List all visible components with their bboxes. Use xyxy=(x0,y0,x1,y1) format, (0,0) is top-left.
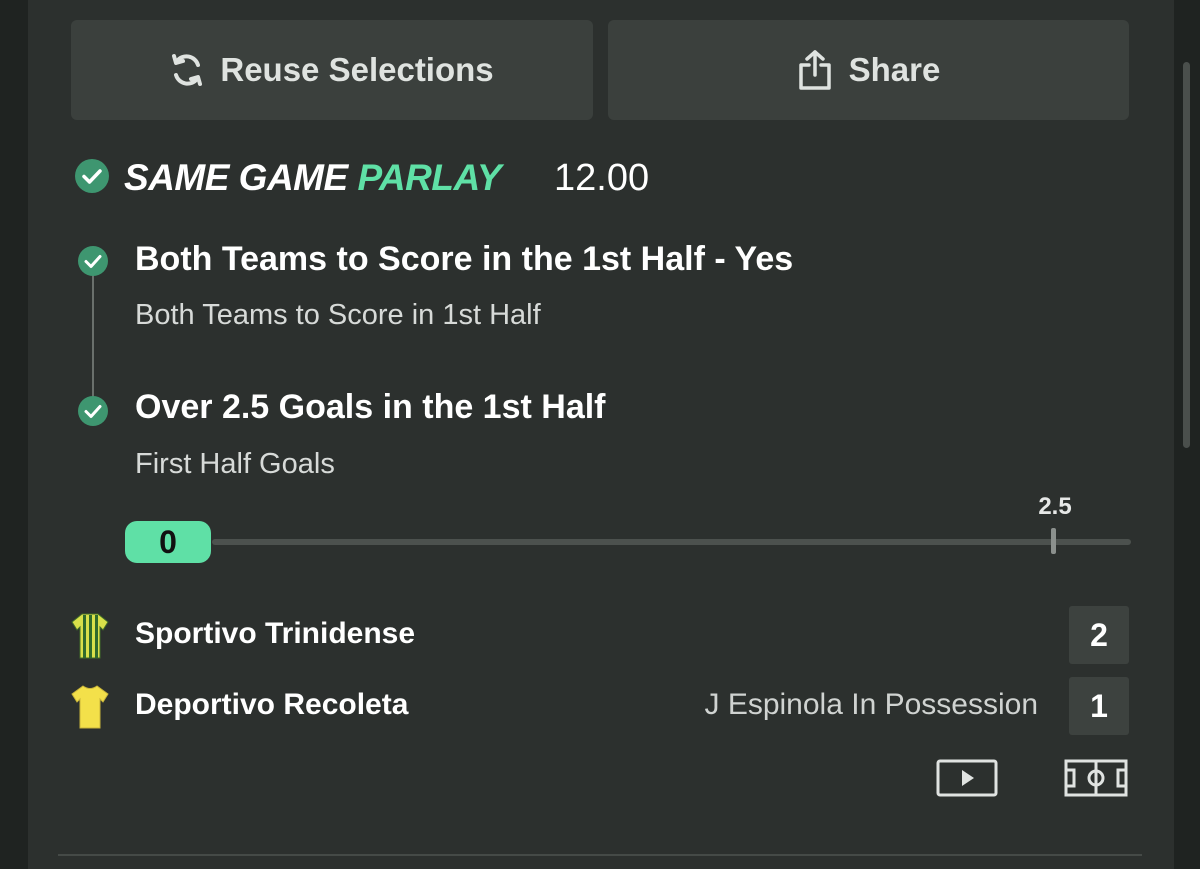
divider xyxy=(58,854,1142,856)
leg-1-title: Both Teams to Score in the 1st Half - Ye… xyxy=(135,240,794,278)
reuse-selections-button[interactable]: Reuse Selections xyxy=(71,20,593,120)
check-circle-icon xyxy=(74,158,110,199)
tracker-line-value: 2.5 xyxy=(1038,493,1072,520)
bet-type-title: SAME GAME PARLAY xyxy=(124,157,502,199)
tracker-line-marker xyxy=(1051,528,1056,554)
bet-type-word-2: PARLAY xyxy=(357,157,502,198)
bet-type-word-1: SAME GAME xyxy=(124,157,358,198)
leg-2-title: Over 2.5 Goals in the 1st Half xyxy=(135,388,606,426)
match-status: J Espinola In Possession xyxy=(704,688,1038,721)
leg-2-check-icon xyxy=(77,395,109,432)
bet-header: SAME GAME PARLAY xyxy=(74,156,502,200)
bet-card xyxy=(28,0,1174,869)
play-video-icon[interactable] xyxy=(936,759,998,802)
leg-1-market: Both Teams to Score in 1st Half xyxy=(135,299,541,331)
away-kit-icon xyxy=(70,683,110,736)
tracker-current-value: 0 xyxy=(125,521,211,563)
scrollbar[interactable] xyxy=(1183,62,1190,448)
tracker-track xyxy=(212,539,1131,545)
share-icon xyxy=(797,49,833,91)
reuse-selections-label: Reuse Selections xyxy=(220,51,494,88)
share-label: Share xyxy=(848,51,941,88)
away-team-name: Deportivo Recoleta xyxy=(135,688,409,721)
home-team-name: Sportivo Trinidense xyxy=(135,617,416,650)
refresh-icon xyxy=(170,51,204,89)
bet-odds: 12.00 xyxy=(554,157,650,199)
share-button[interactable]: Share xyxy=(608,20,1129,120)
pitch-view-icon[interactable] xyxy=(1064,759,1128,802)
leg-2-market: First Half Goals xyxy=(135,448,335,480)
away-score: 1 xyxy=(1069,677,1129,735)
leg-connector xyxy=(92,270,94,406)
home-kit-icon xyxy=(70,612,110,665)
home-score: 2 xyxy=(1069,606,1129,664)
leg-1-check-icon xyxy=(77,245,109,282)
